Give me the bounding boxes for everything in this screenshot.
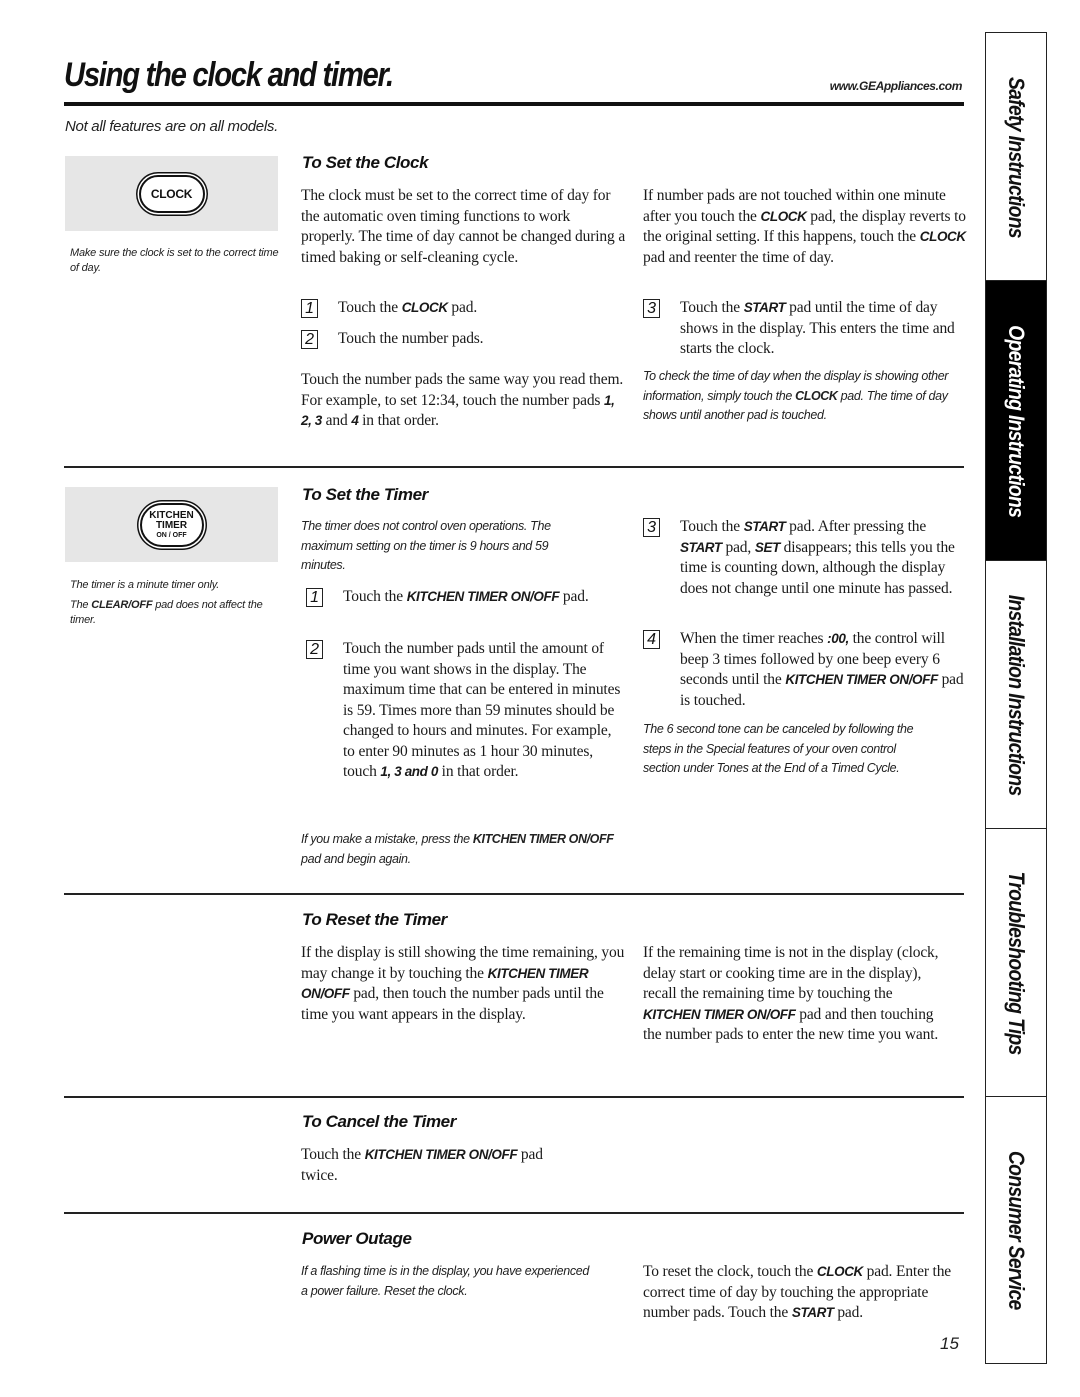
set-clock-heading: To Set the Clock (302, 153, 429, 172)
step-number: 4 (643, 630, 660, 649)
website-link[interactable]: www.GEAppliances.com (830, 79, 963, 93)
clock-step-1: 1 Touch the CLOCK pad. (301, 298, 626, 319)
page-title: Using the clock and timer. (64, 56, 394, 94)
clock-revert-note: If number pads are not touched within on… (643, 187, 966, 266)
timer-step-2: 2 Touch the number pads until the amount… (306, 639, 626, 783)
tab-operating-instructions[interactable]: Operating Instructions (985, 280, 1047, 562)
timer-step-1: 1 Touch the KITCHEN TIMER ON/OFF pad. (306, 587, 626, 608)
step-number: 1 (301, 299, 318, 318)
timer-side-note-1: The timer is a minute timer only. (70, 579, 220, 591)
timer-side-note-2: The CLEAR/OFF pad does not affect the ti… (70, 599, 263, 626)
reset-timer-right-text: If the remaining time is not in the disp… (643, 944, 939, 1043)
tab-troubleshooting-tips[interactable]: Troubleshooting Tips (985, 828, 1047, 1098)
power-outage-reset-text: To reset the clock, touch the CLOCK pad.… (643, 1263, 952, 1321)
clock-example-text: Touch the number pads the same way you r… (301, 371, 624, 429)
step-number: 2 (306, 640, 323, 659)
clock-step-2: 2 Touch the number pads. (301, 329, 626, 350)
step-number: 1 (306, 588, 323, 607)
step-number: 3 (643, 518, 660, 537)
step-number: 2 (301, 330, 318, 349)
timer-tone-note: The 6 second tone can be canceled by fol… (643, 722, 914, 775)
timer-step-4: 4 When the timer reaches :00, the contro… (643, 629, 968, 711)
tab-label: Operating Instructions (1004, 324, 1029, 518)
clock-pad-illustration: CLOCK (65, 156, 278, 231)
models-disclaimer: Not all features are on all models. (65, 118, 278, 135)
tab-consumer-service[interactable]: Consumer Service (985, 1096, 1047, 1364)
section-divider (64, 893, 964, 895)
tab-label: Installation Instructions (1004, 594, 1029, 796)
timer-intro-note: The timer does not control oven operatio… (301, 519, 551, 572)
power-outage-heading: Power Outage (302, 1229, 412, 1248)
reset-timer-heading: To Reset the Timer (302, 910, 447, 929)
clock-step-3: 3 Touch the START pad until the time of … (643, 298, 968, 360)
cancel-timer-text: Touch the KITCHEN TIMER ON/OFF pad twice… (301, 1146, 543, 1184)
tab-installation-instructions[interactable]: Installation Instructions (985, 560, 1047, 830)
clock-side-note: Make sure the clock is set to the correc… (70, 247, 279, 274)
tab-safety-instructions[interactable]: Safety Instructions (985, 32, 1047, 282)
section-divider (64, 466, 964, 468)
page-number: 15 (940, 1334, 959, 1353)
timer-mistake-note: If you make a mistake, press the KITCHEN… (301, 832, 614, 866)
section-divider (64, 1096, 964, 1098)
tab-label: Safety Instructions (1004, 76, 1029, 238)
timer-pad-illustration: KITCHEN TIMER ON / OFF (65, 487, 278, 562)
set-timer-heading: To Set the Timer (302, 485, 428, 504)
timer-step-3: 3 Touch the START pad. After pressing th… (643, 517, 968, 599)
clock-check-note: To check the time of day when the displa… (643, 369, 949, 422)
clock-pad-icon: CLOCK (138, 174, 205, 213)
clock-pad-label: CLOCK (150, 186, 193, 201)
tab-label: Consumer Service (1004, 1150, 1029, 1310)
kitchen-timer-pad-icon: KITCHEN TIMER ON / OFF (139, 502, 204, 547)
reset-timer-left-text: If the display is still showing the time… (301, 944, 625, 1023)
tab-label: Troubleshooting Tips (1004, 871, 1029, 1055)
section-divider (64, 1212, 964, 1214)
step-number: 3 (643, 299, 660, 318)
power-outage-note: If a flashing time is in the display, yo… (301, 1264, 589, 1298)
cancel-timer-heading: To Cancel the Timer (302, 1112, 456, 1131)
set-clock-intro: The clock must be set to the correct tim… (301, 187, 626, 266)
title-divider (64, 102, 964, 106)
